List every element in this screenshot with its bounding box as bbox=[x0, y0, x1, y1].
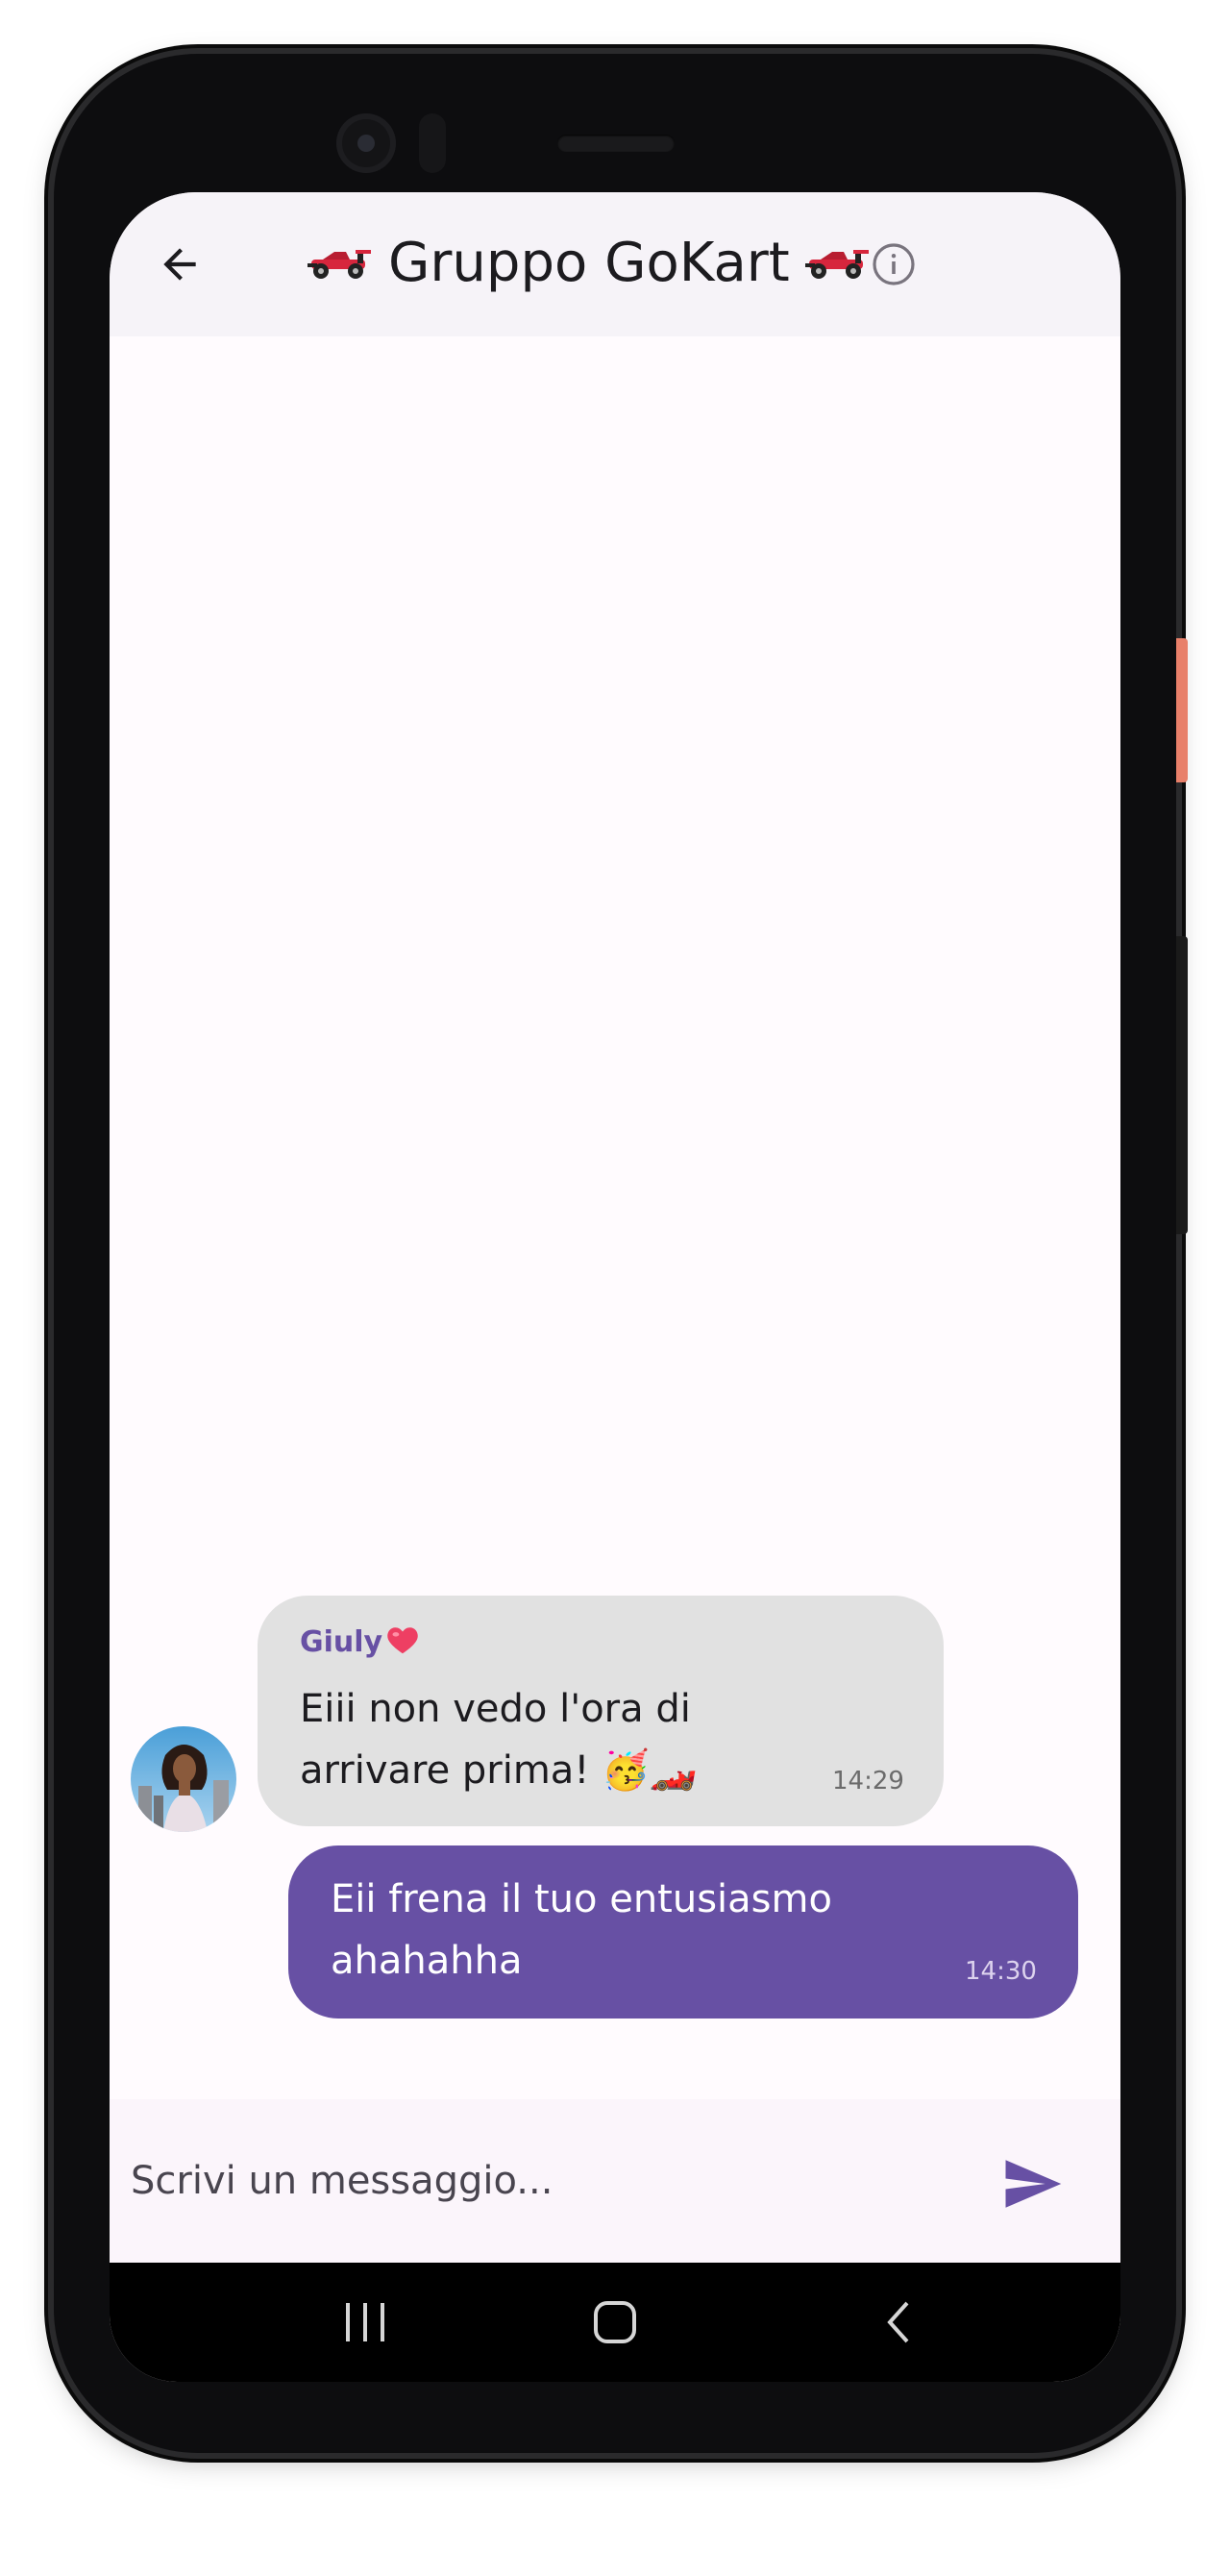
send-button[interactable] bbox=[994, 2145, 1070, 2222]
chat-title-text: Gruppo GoKart bbox=[388, 231, 790, 294]
system-navigation-bar bbox=[110, 2263, 1120, 2382]
home-icon bbox=[594, 2301, 636, 2343]
recents-icon bbox=[346, 2303, 384, 2341]
proximity-sensor bbox=[419, 113, 446, 173]
chat-screen: Gruppo GoKart Giuly Eiii non vedo l'ora … bbox=[110, 192, 1120, 2382]
back-chevron-icon bbox=[887, 2301, 909, 2343]
message-timestamp: 14:30 bbox=[965, 1957, 1037, 1986]
message-timestamp: 14:29 bbox=[832, 1767, 904, 1796]
back-button[interactable] bbox=[146, 231, 213, 298]
earpiece-speaker bbox=[557, 135, 675, 152]
message-text: Eii frena il tuo entusiasmo ahahahha bbox=[331, 1877, 832, 1983]
send-icon bbox=[1005, 2160, 1062, 2208]
arrow-left-icon bbox=[163, 248, 196, 281]
front-camera bbox=[336, 113, 396, 173]
page-title: Gruppo GoKart bbox=[292, 229, 965, 296]
app-bar: Gruppo GoKart bbox=[110, 192, 1120, 336]
race-car-icon bbox=[306, 232, 375, 294]
avatar[interactable] bbox=[131, 1726, 236, 1832]
message-sender: Giuly bbox=[300, 1624, 419, 1663]
phone-volume-button bbox=[1176, 936, 1188, 1234]
info-icon bbox=[873, 243, 915, 285]
home-button[interactable] bbox=[577, 2284, 653, 2361]
message-list[interactable]: Giuly Eiii non vedo l'ora di arrivare pr… bbox=[110, 336, 1120, 2195]
sender-name: Giuly bbox=[300, 1625, 383, 1659]
race-car-icon bbox=[803, 232, 873, 294]
phone-power-button bbox=[1176, 638, 1188, 782]
heart-icon bbox=[386, 1624, 419, 1663]
message-composer bbox=[110, 2099, 1120, 2263]
group-info-button[interactable] bbox=[869, 239, 919, 289]
incoming-message-bubble[interactable]: Giuly Eiii non vedo l'ora di arrivare pr… bbox=[258, 1596, 944, 1826]
system-back-button[interactable] bbox=[861, 2284, 938, 2361]
recents-button[interactable] bbox=[327, 2284, 404, 2361]
outgoing-message-bubble[interactable]: Eii frena il tuo entusiasmo ahahahha 14:… bbox=[288, 1845, 1078, 2019]
message-input[interactable] bbox=[131, 2147, 957, 2215]
message-text: Eiii non vedo l'ora di arrivare prima! 🥳… bbox=[300, 1687, 698, 1793]
